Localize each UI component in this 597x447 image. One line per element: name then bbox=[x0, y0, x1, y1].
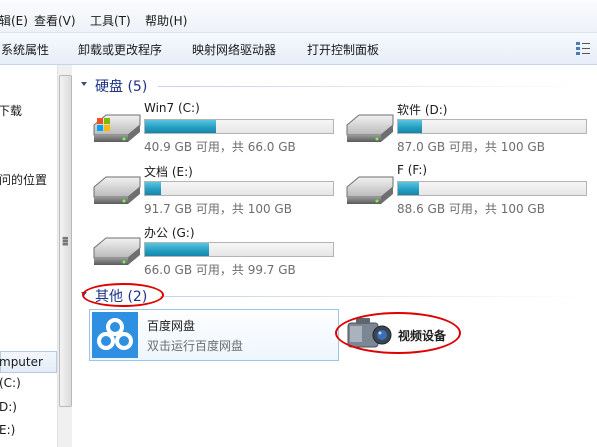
nav-item-drive-d[interactable]: D:) bbox=[0, 400, 17, 414]
group-divider bbox=[160, 296, 588, 297]
scrollbar-grip-icon: ▬ ▬ ▬ bbox=[62, 234, 69, 248]
drive-name: F (F:) bbox=[397, 163, 428, 177]
drive-name: Win7 (C:) bbox=[144, 101, 200, 115]
drive-free-space: 66.0 GB 可用，共 99.7 GB bbox=[144, 263, 296, 277]
hard-drive-icon bbox=[93, 237, 141, 265]
collapse-chevron-icon bbox=[81, 82, 87, 86]
menu-help[interactable]: 帮助(H) bbox=[145, 12, 187, 29]
drive-tile[interactable]: 软件 (D:) 87.0 GB 可用，共 100 GB bbox=[345, 101, 595, 157]
annotation-ellipse-video-device bbox=[335, 312, 461, 354]
menu-view[interactable]: 查看(V) bbox=[34, 12, 76, 29]
drive-free-space: 40.9 GB 可用，共 66.0 GB bbox=[144, 140, 296, 154]
menu-tools[interactable]: 工具(T) bbox=[90, 12, 131, 29]
drive-usage-fill bbox=[398, 182, 420, 195]
drive-tile[interactable]: Win7 (C:) 40.9 GB 可用，共 66.0 GB bbox=[92, 101, 342, 157]
open-control-panel-button[interactable]: 打开控制面板 bbox=[307, 41, 379, 58]
drive-usage-bar bbox=[144, 181, 334, 196]
drive-usage-bar bbox=[144, 119, 334, 134]
view-options-icon[interactable] bbox=[575, 40, 591, 56]
hard-drive-icon bbox=[346, 176, 394, 204]
group-divider bbox=[158, 86, 588, 87]
nav-item-drive-c[interactable]: (C:) bbox=[0, 376, 21, 390]
nav-item-drive-e[interactable]: E:) bbox=[0, 423, 15, 437]
content-area: 硬盘 (5) Win7 (C:) 40.9 GB 可用，共 66.0 GB 软件… bbox=[72, 65, 597, 447]
nav-item-recent-places[interactable]: 问的位置 bbox=[0, 171, 47, 188]
nav-item-computer[interactable]: mputer bbox=[0, 351, 57, 373]
drive-tile[interactable]: 办公 (G:) 66.0 GB 可用，共 99.7 GB bbox=[92, 224, 342, 280]
drive-usage-bar bbox=[397, 119, 587, 134]
annotation-ellipse-other bbox=[82, 283, 164, 307]
drive-tile[interactable]: 文档 (E:) 91.7 GB 可用，共 100 GB bbox=[92, 163, 342, 219]
baidu-netdisk-title: 百度网盘 bbox=[147, 319, 196, 333]
drive-usage-fill bbox=[398, 120, 423, 133]
drive-name: 办公 (G:) bbox=[144, 226, 195, 240]
nav-item-computer-label: mputer bbox=[0, 355, 43, 369]
drive-usage-bar bbox=[144, 242, 334, 257]
map-network-drive-button[interactable]: 映射网络驱动器 bbox=[192, 41, 276, 58]
group-header-hard-disks-label: 硬盘 (5) bbox=[95, 79, 148, 95]
nav-item-downloads[interactable]: 下载 bbox=[0, 102, 22, 119]
drive-name: 软件 (D:) bbox=[397, 103, 448, 117]
drive-usage-fill bbox=[145, 243, 209, 256]
drive-usage-fill bbox=[145, 182, 161, 195]
uninstall-program-button[interactable]: 卸载或更改程序 bbox=[78, 41, 162, 58]
drive-usage-fill bbox=[145, 120, 217, 133]
drive-usage-bar bbox=[397, 181, 587, 196]
drive-free-space: 87.0 GB 可用，共 100 GB bbox=[397, 140, 545, 154]
baidu-netdisk-tile[interactable]: 百度网盘 双击运行百度网盘 bbox=[89, 309, 339, 361]
menu-bar: 辑(E) 查看(V) 工具(T) 帮助(H) bbox=[0, 0, 597, 33]
navigation-scrollbar[interactable]: ▬ ▬ ▬ bbox=[57, 65, 72, 447]
menu-edit[interactable]: 辑(E) bbox=[0, 12, 28, 29]
drive-free-space: 88.6 GB 可用，共 100 GB bbox=[397, 202, 545, 216]
baidu-netdisk-subtitle: 双击运行百度网盘 bbox=[147, 339, 244, 353]
navigation-pane: 下载 问的位置 mputer (C:) D:) E:) bbox=[0, 65, 57, 447]
windows-drive-icon bbox=[93, 114, 141, 142]
hard-drive-icon bbox=[346, 114, 394, 142]
drive-name: 文档 (E:) bbox=[144, 165, 193, 179]
hard-drive-icon bbox=[93, 176, 141, 204]
baidu-netdisk-icon bbox=[92, 312, 138, 358]
drive-free-space: 91.7 GB 可用，共 100 GB bbox=[144, 202, 292, 216]
command-toolbar: 系统属性 卸载或更改程序 映射网络驱动器 打开控制面板 bbox=[0, 33, 597, 65]
drive-tile[interactable]: F (F:) 88.6 GB 可用，共 100 GB bbox=[345, 163, 595, 219]
system-properties-button[interactable]: 系统属性 bbox=[1, 41, 49, 58]
